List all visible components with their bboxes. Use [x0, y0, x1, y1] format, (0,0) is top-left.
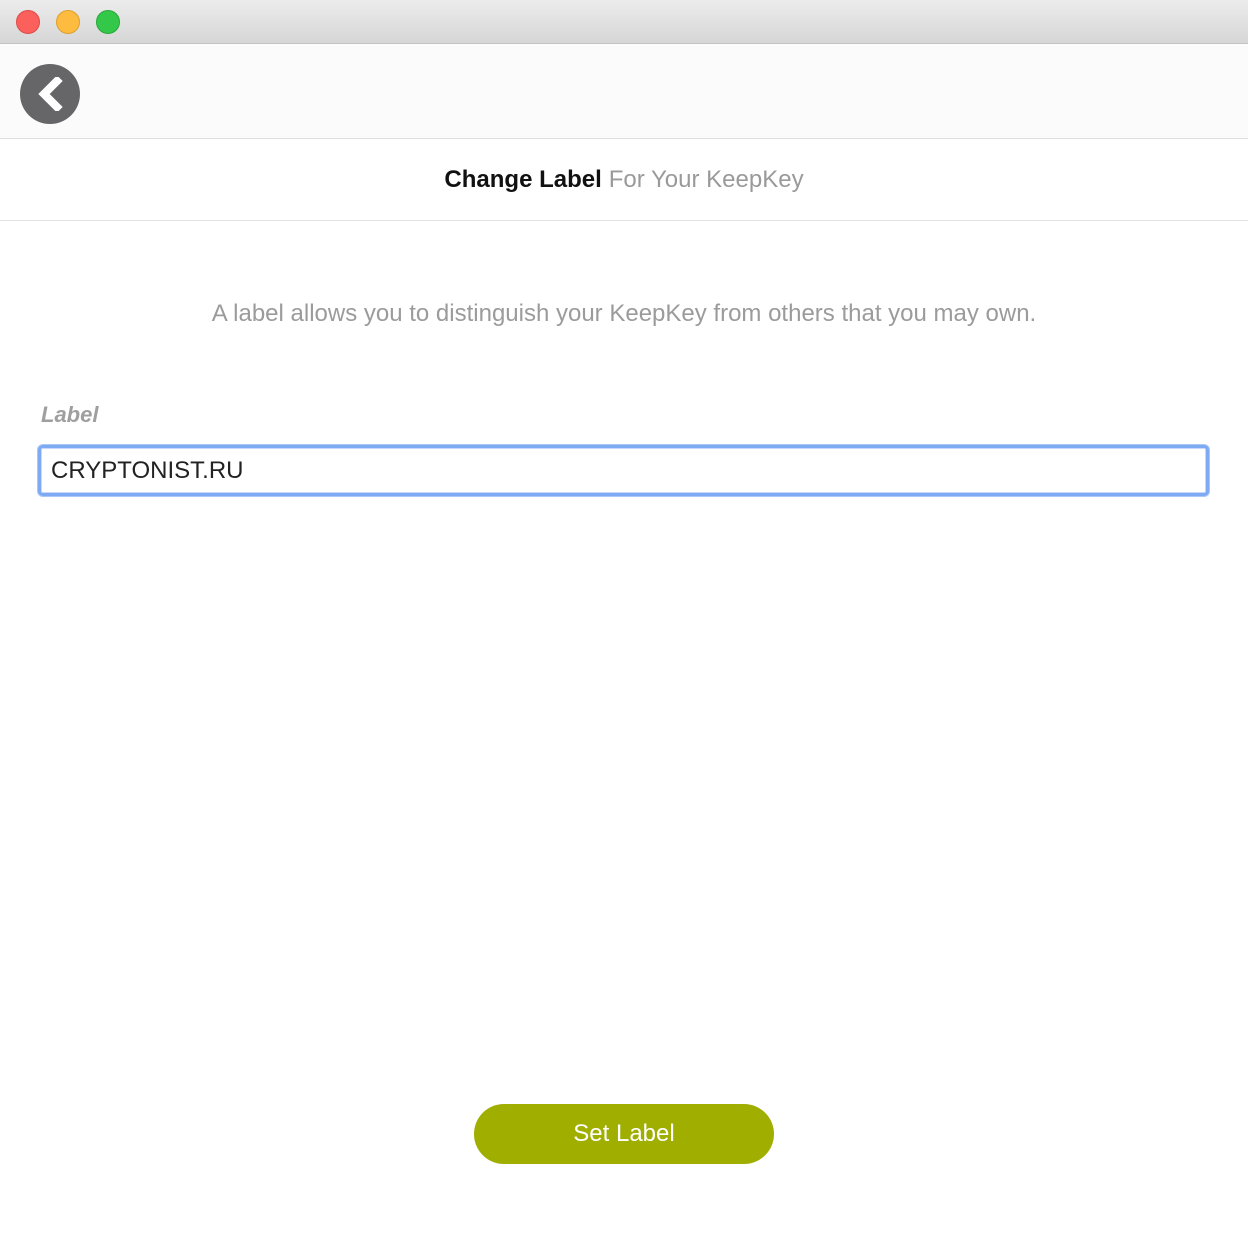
toolbar	[0, 44, 1248, 139]
title-bar	[0, 0, 1248, 44]
maximize-window-button[interactable]	[96, 10, 120, 34]
page-title: Change Label	[444, 165, 602, 193]
label-field-caption: Label	[41, 402, 99, 427]
page-heading: Change Label For Your KeepKey	[0, 139, 1248, 221]
back-button[interactable]	[20, 64, 80, 124]
page-subtitle: For Your KeepKey	[608, 165, 804, 193]
close-window-button[interactable]	[16, 10, 40, 34]
chevron-left-icon	[35, 77, 65, 111]
app-window: Change Label For Your KeepKey A label al…	[0, 0, 1248, 1244]
minimize-window-button[interactable]	[56, 10, 80, 34]
label-input[interactable]	[38, 445, 1209, 496]
description-text: A label allows you to distinguish your K…	[211, 300, 1037, 327]
set-label-button[interactable]: Set Label	[474, 1104, 774, 1164]
